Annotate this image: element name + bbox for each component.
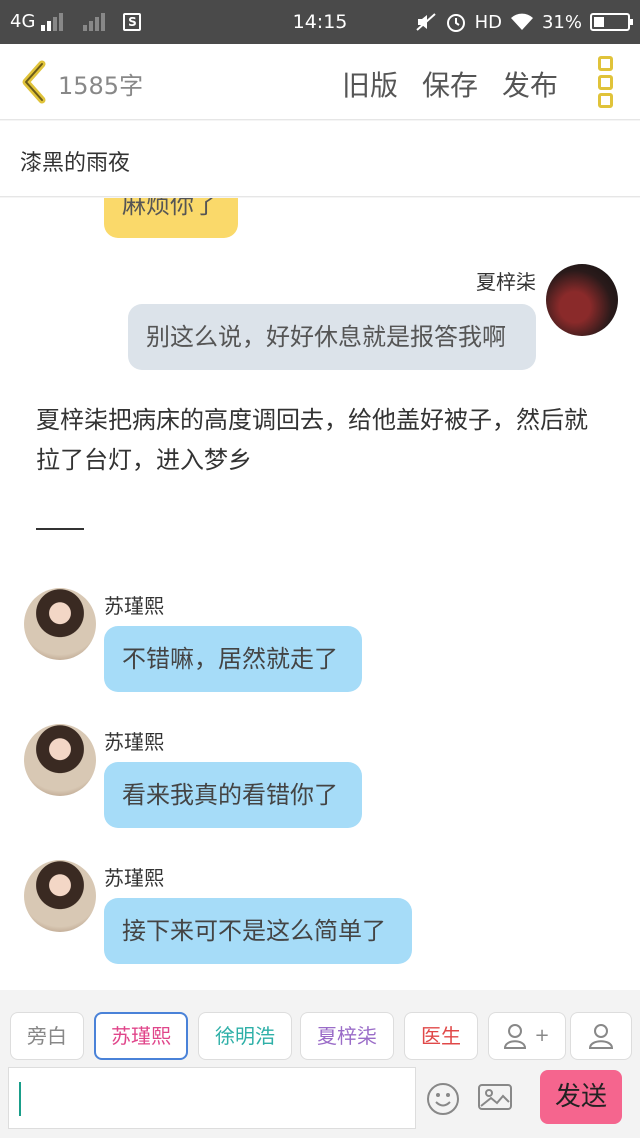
send-button[interactable]: 发送 (540, 1070, 622, 1124)
narration-text[interactable]: 夏梓柒把病床的高度调回去，给他盖好被子，然后就拉了台灯，进入梦乡 (36, 400, 606, 480)
speaker-name: 苏瑾熙 (104, 730, 164, 754)
text-caret (19, 1082, 21, 1116)
mute-icon (415, 13, 436, 31)
person-icon (588, 1024, 614, 1049)
battery-percent: 31% (541, 11, 582, 33)
role-chip-su[interactable]: 苏瑾熙 (94, 1012, 188, 1060)
editor-toolbar: 1585字 旧版 保存 发布 (0, 44, 640, 120)
role-chip-xu[interactable]: 徐明浩 (198, 1012, 292, 1060)
back-button[interactable] (16, 60, 52, 104)
back-chevron-icon (22, 60, 46, 104)
image-icon[interactable] (478, 1082, 512, 1112)
old-version-button[interactable]: 旧版 (342, 64, 398, 104)
story-title-bar[interactable]: 漆黑的雨夜 (0, 121, 640, 197)
message-bubble[interactable]: 别这么说，好好休息就是报答我啊 (128, 304, 536, 370)
role-list-button[interactable] (570, 1012, 632, 1060)
chat-content[interactable]: 麻烦你了 夏梓柒 别这么说，好好休息就是报答我啊 夏梓柒把病床的高度调回去，给他… (0, 198, 640, 990)
save-button[interactable]: 保存 (422, 64, 478, 104)
more-menu-icon[interactable] (598, 56, 614, 108)
message-bubble[interactable]: 接下来可不是这么简单了 (104, 898, 412, 964)
message-bubble[interactable]: 麻烦你了 (104, 198, 238, 238)
message-text: 不错嘛，居然就走了 (122, 645, 338, 673)
story-title: 漆黑的雨夜 (20, 151, 131, 176)
composer: 发送 (0, 1064, 640, 1138)
toolbar-actions: 旧版 保存 发布 (342, 64, 558, 104)
role-selector: 旁白 苏瑾熙 徐明浩 夏梓柒 医生 + (0, 990, 640, 1064)
add-role-plus: + (534, 1025, 550, 1046)
add-role-icon (504, 1024, 527, 1049)
avatar[interactable] (24, 724, 96, 796)
message-text: 接下来可不是这么简单了 (122, 917, 386, 945)
message-text: 麻烦你了 (122, 198, 218, 219)
message-bubble[interactable]: 看来我真的看错你了 (104, 762, 362, 828)
emoji-icon[interactable] (426, 1082, 460, 1116)
avatar[interactable] (546, 264, 618, 336)
add-role-button[interactable]: + (488, 1012, 566, 1060)
message-text: 别这么说，好好休息就是报答我啊 (146, 323, 506, 351)
battery-icon (590, 13, 633, 31)
role-chip-doctor[interactable]: 医生 (404, 1012, 478, 1060)
avatar[interactable] (24, 860, 96, 932)
publish-button[interactable]: 发布 (502, 64, 558, 104)
alarm-icon (446, 14, 465, 32)
role-chip-xia[interactable]: 夏梓柒 (300, 1012, 394, 1060)
message-bubble[interactable]: 不错嘛，居然就走了 (104, 626, 362, 692)
avatar[interactable] (24, 588, 96, 660)
message-input[interactable] (8, 1067, 416, 1129)
wifi-icon (510, 13, 533, 30)
message-text: 看来我真的看错你了 (122, 781, 338, 809)
status-right: HD 31% (415, 11, 633, 33)
speaker-name: 夏梓柒 (476, 270, 536, 294)
speaker-name: 苏瑾熙 (104, 866, 164, 890)
role-chip-narrator[interactable]: 旁白 (10, 1012, 84, 1060)
hd-label: HD (474, 11, 502, 33)
status-bar: 4G S 14:15 HD 31% (0, 0, 640, 44)
speaker-name: 苏瑾熙 (104, 594, 164, 618)
word-count: 1585字 (58, 72, 144, 100)
divider (36, 528, 84, 530)
